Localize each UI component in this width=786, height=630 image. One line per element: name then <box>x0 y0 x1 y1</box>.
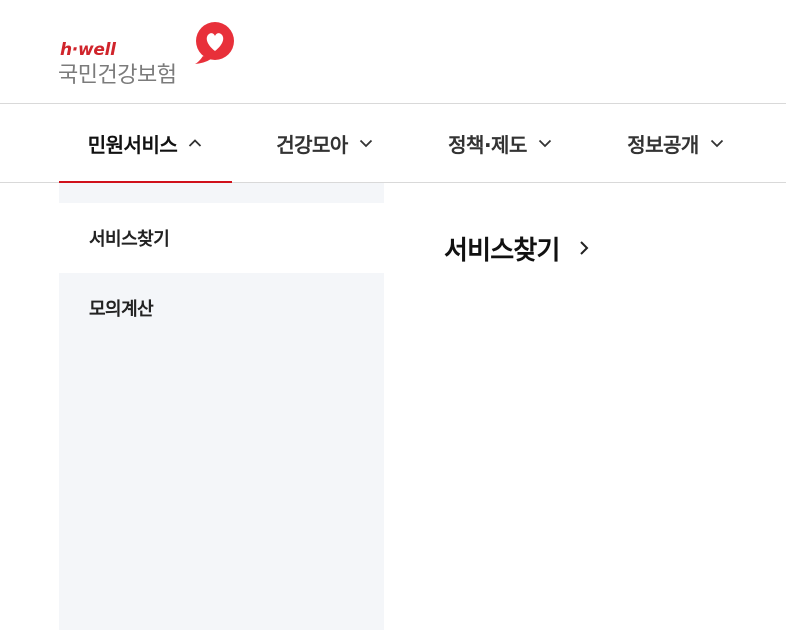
chevron-down-icon <box>538 139 551 148</box>
main-navigation: 민원서비스 건강모아 정책·제도 정보공개 <box>0 104 786 186</box>
nav-item-label: 건강모아 <box>276 132 348 157</box>
content-title: 서비스찾기 <box>444 235 560 266</box>
nav-item-civil-service[interactable]: 민원서비스 <box>59 104 232 186</box>
content-title-link[interactable]: 서비스찾기 <box>444 226 592 270</box>
nav-item-health-moa[interactable]: 건강모아 <box>255 104 395 182</box>
chevron-up-icon <box>189 139 202 147</box>
nav-item-policy[interactable]: 정책·제도 <box>428 104 573 182</box>
nav-item-label: 정책·제도 <box>448 132 527 157</box>
chevron-down-icon <box>359 139 372 148</box>
submenu-item-service-search[interactable]: 서비스찾기 <box>59 203 384 273</box>
submenu-item-mock-calculation[interactable]: 모의계산 <box>59 273 384 343</box>
heart-badge-icon <box>195 22 234 64</box>
submenu-panel: 서비스찾기 모의계산 <box>59 183 384 630</box>
chevron-right-icon <box>579 241 589 255</box>
chevron-down-icon <box>710 139 723 148</box>
nav-item-label: 정보공개 <box>627 132 699 157</box>
site-logo[interactable]: h·well 국민건강보험 <box>58 20 240 88</box>
logo-main-text: 국민건강보험 <box>58 63 177 88</box>
nav-item-info-disclosure[interactable]: 정보공개 <box>606 104 746 182</box>
site-header: h·well 국민건강보험 <box>0 0 786 104</box>
nav-item-label: 민원서비스 <box>87 132 178 157</box>
